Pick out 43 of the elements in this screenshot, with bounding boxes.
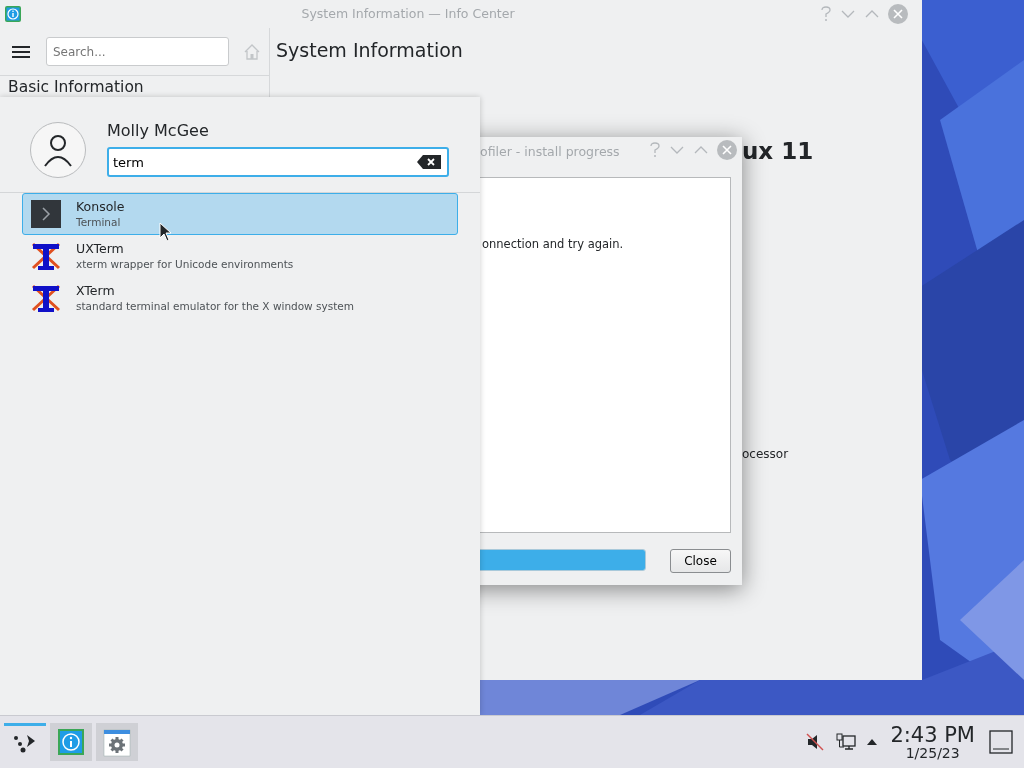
label-text: ocessor xyxy=(742,446,789,463)
app-name: XTerm xyxy=(76,283,116,299)
result-item[interactable]: XTerm standard terminal emulator for the X window system xyxy=(22,277,458,319)
close-icon[interactable] xyxy=(888,4,908,24)
app-name: UXTerm xyxy=(76,241,125,257)
letter-t-icon xyxy=(30,240,62,272)
search-field[interactable]: term xyxy=(107,147,449,177)
network-icon[interactable] xyxy=(836,733,857,751)
app-icon xyxy=(5,6,21,22)
clear-icon[interactable] xyxy=(417,155,441,169)
settings-icon xyxy=(100,726,134,758)
minimize-icon[interactable] xyxy=(840,9,856,19)
search-field[interactable]: Search... xyxy=(46,37,229,66)
avatar-icon xyxy=(30,122,86,178)
close-icon[interactable] xyxy=(717,140,737,160)
app-name: Konsole xyxy=(76,199,125,215)
user-name: Molly McGee xyxy=(107,120,210,142)
maximize-icon[interactable] xyxy=(693,145,709,155)
close-button[interactable]: Close xyxy=(670,549,731,573)
help-icon[interactable] xyxy=(820,6,832,22)
clock-date[interactable]: 1/25/23 xyxy=(905,745,960,761)
minimize-icon[interactable] xyxy=(669,145,685,155)
result-item[interactable]: Konsole Terminal xyxy=(22,193,458,235)
maximize-icon[interactable] xyxy=(864,9,880,19)
app-description: standard terminal emulator for the X window system xyxy=(76,299,354,313)
cursor-icon xyxy=(159,222,172,242)
show-desktop-icon[interactable] xyxy=(989,730,1013,754)
message-text: onnection and try again. xyxy=(482,236,624,253)
result-item[interactable]: UXTerm xterm wrapper for Unicode environments xyxy=(22,235,458,277)
menu-icon[interactable] xyxy=(12,44,30,59)
window-title: ofiler - install progress xyxy=(480,143,620,161)
app-description: xterm wrapper for Unicode environments xyxy=(76,257,294,271)
letter-t-icon xyxy=(30,282,62,314)
help-icon[interactable] xyxy=(649,142,661,158)
window-title: System Information — Info Center xyxy=(300,4,516,23)
app-description: Terminal xyxy=(76,215,122,229)
section-heading: Basic Information xyxy=(7,78,145,96)
expand-arrow-icon[interactable] xyxy=(866,738,879,746)
page-title: System Information xyxy=(275,38,464,63)
terminal-icon xyxy=(30,198,62,230)
clock-time[interactable]: 2:43 PM xyxy=(890,723,975,746)
muted-speaker-icon[interactable] xyxy=(806,733,825,751)
heading-text: ux 11 xyxy=(742,137,814,166)
